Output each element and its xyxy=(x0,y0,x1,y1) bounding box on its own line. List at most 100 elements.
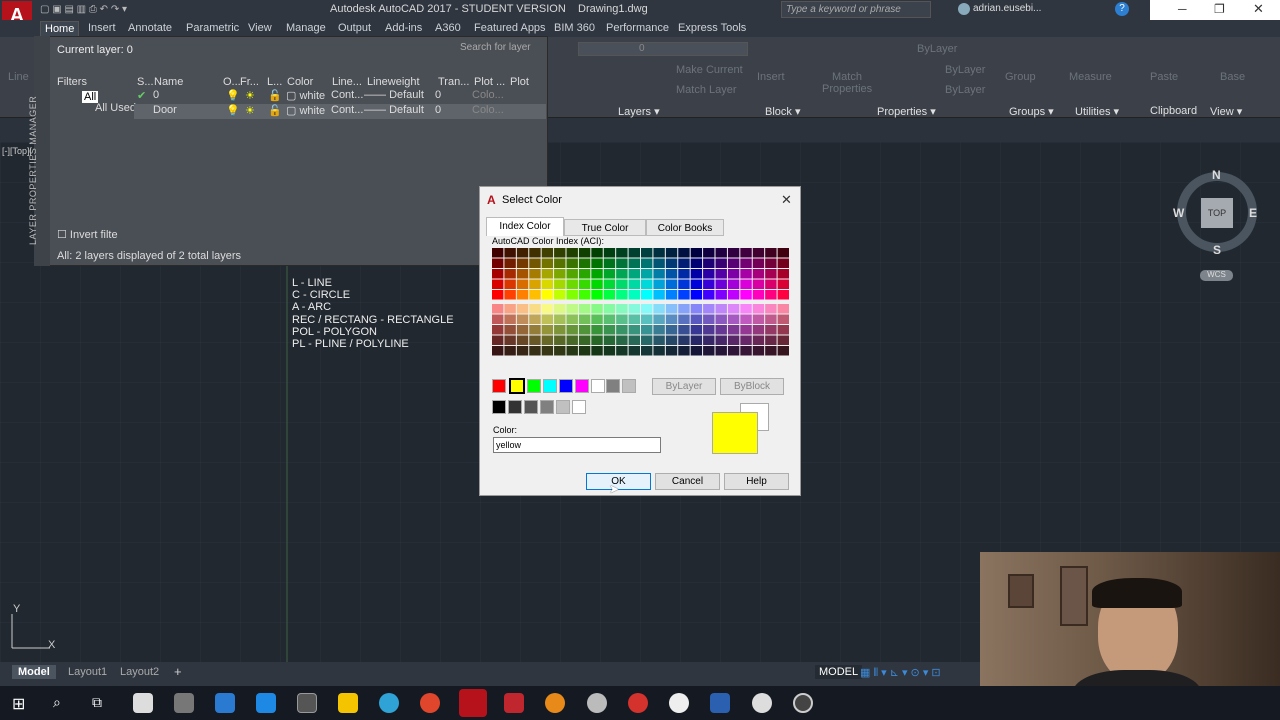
aci-swatch[interactable] xyxy=(504,346,516,356)
aci-swatch[interactable] xyxy=(777,335,789,346)
aci-swatch[interactable] xyxy=(591,248,603,258)
aci-swatch[interactable] xyxy=(516,304,529,314)
aci-swatch[interactable] xyxy=(541,346,554,356)
viewcube-top[interactable]: TOP xyxy=(1201,198,1233,228)
aci-swatch[interactable] xyxy=(516,335,529,346)
aci-swatch[interactable] xyxy=(529,248,541,258)
group-button[interactable]: Group xyxy=(1005,71,1036,83)
invert-filter-checkbox[interactable]: ☐ Invert filte xyxy=(57,228,118,241)
aci-swatch[interactable] xyxy=(541,258,554,269)
utilities-panel-title[interactable]: Utilities ▾ xyxy=(1075,105,1119,118)
aci-swatch[interactable] xyxy=(591,290,603,300)
mail-icon[interactable] xyxy=(256,693,276,713)
aci-swatch[interactable] xyxy=(541,248,554,258)
aci-swatch[interactable] xyxy=(628,325,640,335)
compass-west[interactable]: W xyxy=(1173,206,1184,220)
on-icon[interactable]: 💡 xyxy=(226,89,240,102)
aci-swatch[interactable] xyxy=(616,279,628,290)
aci-swatch[interactable] xyxy=(492,335,504,346)
aci-swatch[interactable] xyxy=(492,290,504,300)
aci-swatch[interactable] xyxy=(529,279,541,290)
aci-swatch[interactable] xyxy=(504,258,516,269)
tab-performance[interactable]: Performance xyxy=(602,21,673,35)
aci-swatch[interactable] xyxy=(616,290,628,300)
aci-swatch[interactable] xyxy=(516,248,529,258)
col-status[interactable]: S... xyxy=(137,76,154,88)
app-icon[interactable] xyxy=(587,693,607,713)
aci-swatch[interactable] xyxy=(566,346,578,356)
aci-swatch[interactable] xyxy=(727,346,740,356)
autocad-taskbar-icon[interactable] xyxy=(459,689,487,717)
tab-featured-apps[interactable]: Featured Apps xyxy=(470,21,550,35)
aci-swatch[interactable] xyxy=(616,269,628,279)
aci-swatch[interactable] xyxy=(665,269,678,279)
aci-swatch[interactable] xyxy=(715,346,727,356)
tab-view[interactable]: View xyxy=(244,21,276,35)
aci-swatch[interactable] xyxy=(591,346,603,356)
aci-swatch[interactable] xyxy=(727,335,740,346)
aci-swatch[interactable] xyxy=(727,304,740,314)
aci-swatch[interactable] xyxy=(578,258,591,269)
layer-color[interactable]: ▢ white xyxy=(286,104,325,117)
aci-swatch[interactable] xyxy=(665,314,678,325)
color-swatch-red[interactable] xyxy=(492,379,506,393)
clipboard-panel-title[interactable]: Clipboard xyxy=(1150,105,1197,117)
layer-color[interactable]: ▢ white xyxy=(286,89,325,102)
aci-swatch[interactable] xyxy=(703,258,715,269)
aci-swatch[interactable] xyxy=(752,314,765,325)
aci-swatch[interactable] xyxy=(752,346,765,356)
aci-swatch[interactable] xyxy=(641,269,653,279)
windows-start-icon[interactable]: ⊞ xyxy=(12,694,25,714)
aci-swatch[interactable] xyxy=(541,290,554,300)
aci-swatch[interactable] xyxy=(591,304,603,314)
aci-swatch[interactable] xyxy=(603,269,616,279)
search-input[interactable]: Type a keyword or phrase xyxy=(781,1,931,18)
aci-swatch[interactable] xyxy=(616,304,628,314)
fl-studio-icon[interactable] xyxy=(545,693,565,713)
make-current-button[interactable]: Make Current xyxy=(676,64,743,76)
aci-swatch[interactable] xyxy=(529,335,541,346)
aci-swatch[interactable] xyxy=(578,335,591,346)
model-space-button[interactable]: MODEL xyxy=(815,665,863,679)
aci-swatch[interactable] xyxy=(727,269,740,279)
insert-button[interactable]: Insert xyxy=(757,71,785,83)
aci-swatch[interactable] xyxy=(578,346,591,356)
aci-swatch[interactable] xyxy=(591,279,603,290)
aci-swatch[interactable] xyxy=(777,258,789,269)
aci-swatch[interactable] xyxy=(641,314,653,325)
aci-swatch[interactable] xyxy=(566,335,578,346)
aci-swatch[interactable] xyxy=(715,269,727,279)
aci-swatch[interactable] xyxy=(653,304,665,314)
gray-swatch-4[interactable] xyxy=(540,400,554,414)
aci-swatch[interactable] xyxy=(641,290,653,300)
aci-swatch[interactable] xyxy=(765,290,777,300)
aci-swatch[interactable] xyxy=(578,304,591,314)
recorder-icon[interactable] xyxy=(628,693,648,713)
aci-swatch[interactable] xyxy=(492,258,504,269)
aci-swatch[interactable] xyxy=(765,346,777,356)
aci-swatch[interactable] xyxy=(653,290,665,300)
col-on[interactable]: O... xyxy=(223,76,241,88)
aci-swatch[interactable] xyxy=(678,258,690,269)
aci-swatch[interactable] xyxy=(578,269,591,279)
aci-swatch[interactable] xyxy=(578,290,591,300)
aci-swatch[interactable] xyxy=(715,290,727,300)
tab-layout1[interactable]: Layout1 xyxy=(62,665,113,679)
aci-swatch[interactable] xyxy=(603,258,616,269)
aci-swatch[interactable] xyxy=(765,279,777,290)
aci-swatch[interactable] xyxy=(653,258,665,269)
tab-home[interactable]: Home xyxy=(40,21,80,37)
linetype-dropdown[interactable]: ByLayer xyxy=(945,64,985,76)
aci-swatch[interactable] xyxy=(740,304,752,314)
aci-swatch[interactable] xyxy=(740,290,752,300)
color-swatch-magenta[interactable] xyxy=(575,379,589,393)
aci-swatch[interactable] xyxy=(578,314,591,325)
col-linetype[interactable]: Line... xyxy=(332,76,362,88)
col-lineweight[interactable]: Lineweight xyxy=(367,76,420,88)
aci-swatch[interactable] xyxy=(703,325,715,335)
aci-swatch[interactable] xyxy=(541,335,554,346)
aci-swatch[interactable] xyxy=(715,248,727,258)
gray-swatch-5[interactable] xyxy=(556,400,570,414)
aci-swatch[interactable] xyxy=(529,258,541,269)
aci-swatch[interactable] xyxy=(665,290,678,300)
